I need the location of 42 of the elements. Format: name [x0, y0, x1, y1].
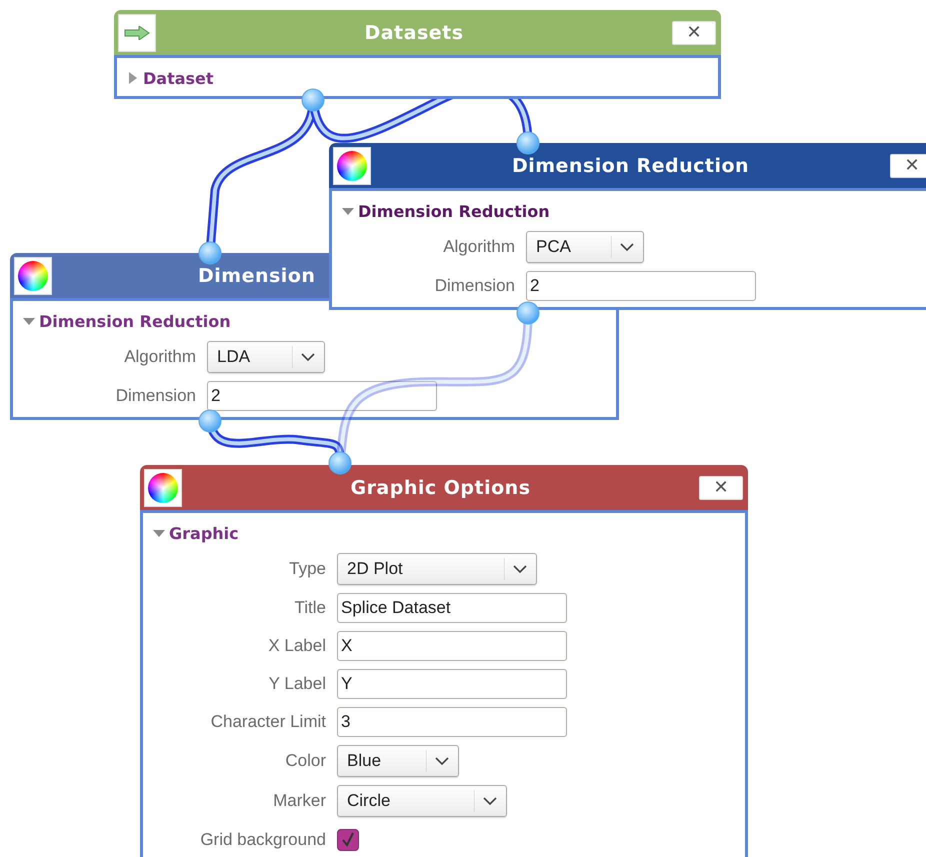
- field-label: Type: [289, 559, 326, 579]
- field-label: Y Label: [268, 674, 326, 694]
- close-button[interactable]: ✕: [672, 20, 716, 44]
- checkbox[interactable]: [337, 829, 359, 851]
- field-label: Title: [294, 598, 326, 618]
- connector-port[interactable]: [328, 452, 352, 474]
- node-title: Dimension: [198, 264, 316, 286]
- select-field[interactable]: Circle: [337, 785, 507, 817]
- field-label: Algorithm: [124, 347, 196, 367]
- field-label: Grid background: [200, 830, 326, 850]
- connector-port[interactable]: [198, 242, 222, 264]
- input-field[interactable]: Y: [337, 669, 567, 699]
- field-label: Color: [285, 751, 326, 771]
- close-button[interactable]: ✕: [890, 154, 926, 178]
- select-field[interactable]: LDA: [207, 341, 325, 373]
- field-label: Character Limit: [210, 712, 326, 732]
- node-title: Datasets: [364, 22, 464, 44]
- input-field[interactable]: 3: [337, 707, 567, 737]
- input-field[interactable]: X: [337, 631, 567, 661]
- color-wheel-icon: [14, 256, 52, 294]
- field-label: Dimension: [434, 276, 515, 296]
- section-title[interactable]: Dimension Reduction: [358, 202, 550, 220]
- collapsed-triangle-icon[interactable]: [127, 71, 139, 85]
- select-field[interactable]: PCA: [526, 231, 644, 263]
- connector-port[interactable]: [516, 132, 540, 154]
- select-field[interactable]: 2D Plot: [337, 553, 537, 585]
- select-field[interactable]: Blue: [337, 745, 459, 777]
- section-title[interactable]: Dataset: [143, 68, 214, 88]
- section-title[interactable]: Graphic: [169, 524, 239, 542]
- node-title: Graphic Options: [350, 476, 531, 498]
- color-wheel-icon: [144, 468, 182, 506]
- close-button[interactable]: ✕: [698, 476, 743, 500]
- field-label: X Label: [268, 636, 326, 656]
- field-label: Algorithm: [443, 237, 515, 257]
- color-wheel-icon: [333, 146, 371, 184]
- node-title: Dimension Reduction: [512, 154, 750, 176]
- input-field[interactable]: Splice Dataset: [337, 593, 567, 623]
- field-label: Marker: [273, 791, 326, 811]
- section-title[interactable]: Dimension Reduction: [39, 312, 231, 330]
- input-field[interactable]: 2: [526, 271, 756, 301]
- field-label: Dimension: [116, 386, 196, 406]
- input-field[interactable]: 2: [207, 381, 437, 411]
